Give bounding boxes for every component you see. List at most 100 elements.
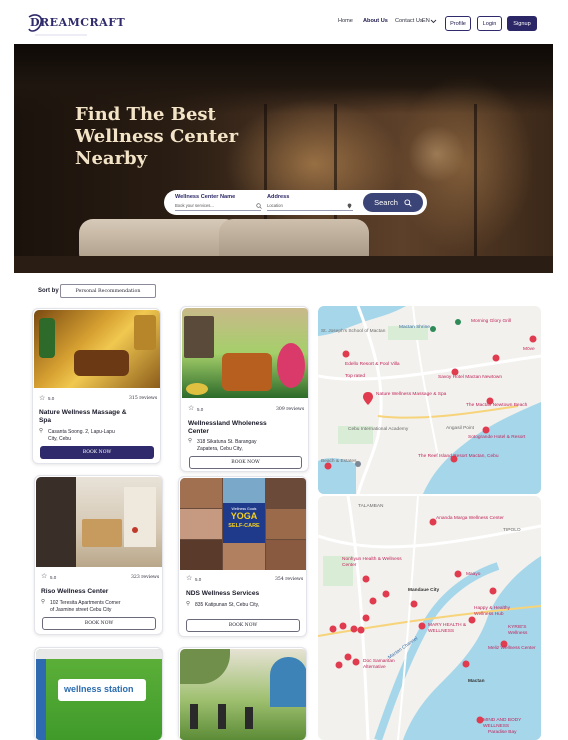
logo[interactable]: DREAMCRAFT [27,13,125,36]
card-image[interactable]: wellness station [36,649,162,740]
map-label: MIND AND BODY WELLNESS [483,718,522,729]
wellness-card[interactable]: ☆ 5.0 309 reviews Wellnessland Wholeness… [180,306,309,472]
location-pin-icon: ⚲ [188,438,193,444]
map-label: Maayo [466,572,481,577]
map-label: Sotogrande Hotel & Resort [468,435,526,440]
selfcare-text: SELF-CARE [228,523,260,529]
login-button[interactable]: Login [477,16,502,31]
location-pin-icon: ⚲ [186,601,191,607]
hero-banner: Find The Best Wellness Center Nearby [14,44,553,273]
card-title-line: Riso Wellness Center [41,588,109,595]
center-name-label: Wellness Center Name [175,194,236,200]
star-icon: ☆ [41,573,48,580]
hero-floor [14,256,553,273]
card-image[interactable]: Wellness Goals YOGA SELF-CARE [180,478,306,570]
map-label: Cebu International Academy [348,427,409,432]
map-label: Mactan Shrine [399,325,430,330]
image-detail [36,659,46,740]
card-rating: 5.0 [50,575,57,580]
card-image[interactable] [36,477,162,567]
image-detail [266,540,306,570]
star-icon: ☆ [186,575,193,582]
profile-button-label: Profile [450,20,466,27]
wellness-card[interactable]: wellness station [34,647,163,740]
map-label: Meliz Wellness Center [488,646,536,651]
image-detail [190,704,198,729]
book-now-button[interactable]: BOOK NOW [40,446,154,459]
nav-home[interactable]: Home [338,18,353,24]
location-pin-icon: ⚲ [39,428,44,434]
signup-button-label: Signup [513,20,531,27]
map-label: Mandaue City [408,588,440,593]
book-now-button[interactable]: BOOK NOW [186,619,300,632]
card-address-line: City, Cebu [48,435,71,442]
map-label: TALAMBAN [358,504,384,509]
image-detail [39,318,55,358]
login-button-label: Login [482,20,497,27]
wellness-card[interactable]: ☆ 5.0 323 reviews Riso Wellness Center ⚲… [34,475,163,635]
image-detail [266,509,306,539]
map-label: Mactan [468,679,485,684]
card-title: Riso Wellness Center [41,588,108,596]
book-now-button[interactable]: BOOK NOW [189,456,302,469]
address-label: Address [267,194,290,200]
map-label: The Reef Island Resort Mactan, Cebu [418,454,499,459]
card-title: NDS Wellness Services [186,590,259,598]
signup-button[interactable]: Signup [507,16,537,31]
location-pin-icon [347,203,352,209]
image-detail [124,487,156,547]
map-label: TIPOLO [503,528,521,533]
sort-select[interactable]: Personal Recommendation [60,284,156,298]
search-button-label: Search [374,198,398,207]
card-address: 318 Sikatuna St. Barangay Zapatera, Cebu… [197,439,257,452]
card-title-line: Wellnessland Wholeness [188,420,267,427]
image-detail [222,353,272,391]
chevron-down-icon[interactable] [430,19,437,24]
map-label: Doc Samaritan Alternative [363,659,395,670]
book-now-button[interactable]: BOOK NOW [42,617,156,630]
card-address: Casanta Soong. 2, Lapu-Lapu City, Cebu [48,429,115,442]
station-sign: wellness station [58,679,146,701]
card-image[interactable] [180,649,306,740]
map-label: Top rated [345,374,365,379]
map-label: Nature Wellness Massage & Spa [376,392,447,397]
search-button[interactable]: Search [363,193,423,212]
map-mactan[interactable]: Mactan Shrine Morning Glory Grill St. Jo… [318,306,541,494]
map-mandaue[interactable]: Ananda Marga Wellness Center Nonhyun Hea… [318,496,541,740]
wellness-card[interactable] [178,647,307,740]
hero-title-line: Find The Best [75,104,216,125]
card-title: Nature Wellness Massage & Spa [39,409,126,425]
book-now-label: BOOK NOW [82,450,112,455]
star-icon: ☆ [188,405,195,412]
star-icon: ☆ [39,395,46,402]
map-label: The Mactan Newtown Beach [466,403,528,408]
card-address-line: of Jasmine street Cebu City [50,606,112,613]
card-image[interactable] [182,308,308,398]
image-detail [134,315,156,350]
nav-about[interactable]: About Us [363,18,388,24]
card-image[interactable] [34,310,160,388]
hero-title: Find The Best Wellness Center Nearby [75,104,275,170]
image-detail [277,343,305,388]
profile-button[interactable]: Profile [445,16,471,31]
search-bar: Wellness Center Name Book your services.… [164,190,427,215]
language-select[interactable]: EN [422,18,430,24]
page: DREAMCRAFT Home About Us Contact Us EN P… [0,0,568,740]
card-address-line: 102 Teresita Apartments Corner [50,600,121,606]
wellness-card[interactable]: ☆ 5.0 315 reviews Nature Wellness Massag… [32,308,161,464]
map-label: Beach & Estates [321,459,357,464]
hero-wall-panel [474,104,477,264]
card-address-line: 318 Sikatuna St. Barangay [197,439,257,445]
wellness-card[interactable]: Wellness Goals YOGA SELF-CARE ☆ 5.0 354 … [178,476,307,637]
map-label: Ananda Marga Wellness Center [436,516,504,521]
address-input[interactable]: Location [267,203,353,211]
center-name-input[interactable]: Book your services... [175,203,261,211]
center-name-placeholder: Book your services... [175,203,214,208]
map-label: MARY HEALTH & WELLNESS [428,623,467,634]
search-icon [404,198,412,207]
card-reviews: 315 reviews [129,396,158,401]
card-reviews: 323 reviews [131,575,160,580]
image-detail [266,478,306,508]
nav-contact[interactable]: Contact Us [395,18,423,24]
card-title-line: NDS Wellness Services [186,590,260,597]
